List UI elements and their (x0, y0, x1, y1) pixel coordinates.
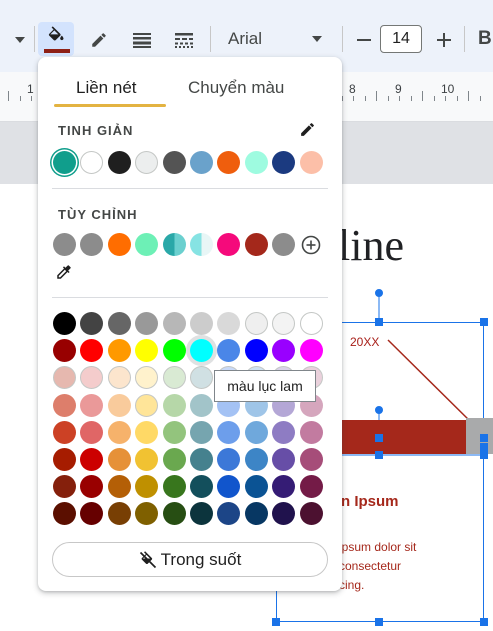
transparent-label: Trong suốt (160, 549, 242, 569)
document-body-text[interactable]: ipsum dolor sit consectetur cing. (339, 538, 489, 595)
swatch-palette-r6-c7[interactable] (244, 475, 268, 499)
resize-handle-inner-right-bottom[interactable] (480, 451, 488, 459)
swatch-palette-r4-c5[interactable] (190, 420, 213, 444)
rotate-handle-inner[interactable] (375, 406, 383, 414)
resize-handle-right[interactable] (480, 443, 488, 451)
resize-handle-bottom-left[interactable] (272, 618, 280, 626)
add-custom-color-button[interactable] (299, 233, 323, 257)
add-circle-icon (301, 235, 321, 255)
swatch-custom-7[interactable] (244, 233, 268, 256)
swatch-custom-5[interactable] (190, 233, 213, 256)
swatch-palette-r3-c3[interactable] (135, 393, 159, 417)
swatch-palette-r7-c9[interactable] (299, 502, 323, 526)
pencil-icon (300, 122, 314, 136)
swatch-palette-r0-c9[interactable] (299, 312, 323, 335)
swatch-palette-r5-c0[interactable] (53, 448, 76, 471)
simple-colors-label: TINH GIẢN (58, 123, 134, 138)
section-divider (52, 297, 328, 298)
swatch-simple-9[interactable] (299, 151, 323, 174)
rotate-handle[interactable] (375, 289, 383, 297)
swatch-palette-r0-c2[interactable] (107, 312, 131, 335)
swatch-palette-r5-c9[interactable] (299, 448, 323, 471)
swatch-simple-4[interactable] (162, 151, 186, 174)
tab-gradient[interactable]: Chuyển màu (188, 78, 284, 98)
swatch-palette-r0-c5[interactable] (190, 312, 213, 335)
color-tooltip: màu lục lam (214, 370, 316, 402)
resize-handle-top[interactable] (375, 318, 383, 326)
active-tab-indicator (54, 104, 166, 107)
swatch-palette-r6-c4[interactable] (162, 475, 186, 499)
swatch-palette-r3-c5[interactable] (190, 393, 213, 417)
swatch-palette-r1-c9[interactable] (299, 339, 323, 363)
transparent-button[interactable]: Trong suốt (52, 542, 328, 577)
edit-theme-button[interactable] (296, 118, 318, 140)
swatch-simple-5[interactable] (190, 151, 213, 174)
eyedropper-icon (57, 265, 71, 279)
resize-handle-inner-bottom[interactable] (375, 451, 383, 459)
swatch-palette-r3-c4[interactable] (162, 393, 186, 417)
resize-handle-bottom-right[interactable] (480, 618, 488, 626)
swatch-palette-r3-c2[interactable] (107, 393, 131, 417)
swatch-palette-r0-c0[interactable] (53, 312, 76, 335)
swatch-palette-r4-c3[interactable] (135, 420, 159, 444)
eyedropper-button[interactable] (53, 261, 75, 283)
swatch-palette-r4-c7[interactable] (244, 420, 268, 444)
swatch-palette-r1-c2[interactable] (107, 339, 131, 363)
body-line: cing. (339, 578, 365, 592)
swatch-palette-r1-c7[interactable] (244, 339, 268, 363)
no-fill-icon (139, 550, 156, 568)
resize-handle-inner-top[interactable] (375, 434, 383, 442)
custom-colors-label: TÙY CHỈNH (58, 207, 138, 222)
body-line: ipsum dolor sit (339, 540, 417, 554)
tab-solid[interactable]: Liền nét (76, 78, 137, 98)
swatch-palette-r4-c0[interactable] (53, 420, 76, 444)
swatch-custom-2[interactable] (107, 233, 131, 256)
swatch-palette-r5-c5[interactable] (190, 448, 213, 471)
swatch-palette-r4-c2[interactable] (107, 420, 131, 444)
swatch-simple-2[interactable] (107, 151, 131, 174)
swatch-custom-4[interactable] (162, 233, 186, 256)
body-line: consectetur (339, 559, 402, 573)
swatch-simple-7[interactable] (244, 151, 268, 174)
swatch-palette-r2-c4[interactable] (162, 366, 186, 390)
swatch-palette-r5-c7[interactable] (244, 448, 268, 471)
swatch-simple-0[interactable] (53, 151, 76, 174)
section-divider (52, 188, 328, 189)
swatch-palette-r4-c4[interactable] (162, 420, 186, 444)
swatch-palette-r0-c4[interactable] (162, 312, 186, 335)
swatch-palette-r3-c1[interactable] (80, 393, 104, 417)
resize-handle-inner-right-top[interactable] (480, 434, 488, 442)
swatch-palette-r6-c9[interactable] (299, 475, 323, 499)
swatch-palette-r4-c9[interactable] (299, 420, 323, 444)
swatch-palette-r5-c4[interactable] (162, 448, 186, 471)
swatch-palette-r1-c4[interactable] (162, 339, 186, 363)
swatch-palette-r6-c2[interactable] (107, 475, 131, 499)
resize-handle-bottom[interactable] (375, 618, 383, 626)
document-date[interactable]: 20XX (350, 335, 379, 349)
swatch-custom-0[interactable] (53, 233, 76, 256)
swatch-palette-r7-c4[interactable] (162, 502, 186, 526)
resize-handle-top-right[interactable] (480, 318, 488, 326)
swatch-palette-r3-c0[interactable] (53, 393, 76, 417)
swatch-palette-r5-c2[interactable] (107, 448, 131, 471)
swatch-palette-r0-c7[interactable] (244, 312, 268, 335)
swatch-palette-r4-c8[interactable] (272, 420, 296, 444)
document-subheading[interactable]: n Ipsum (341, 493, 399, 510)
